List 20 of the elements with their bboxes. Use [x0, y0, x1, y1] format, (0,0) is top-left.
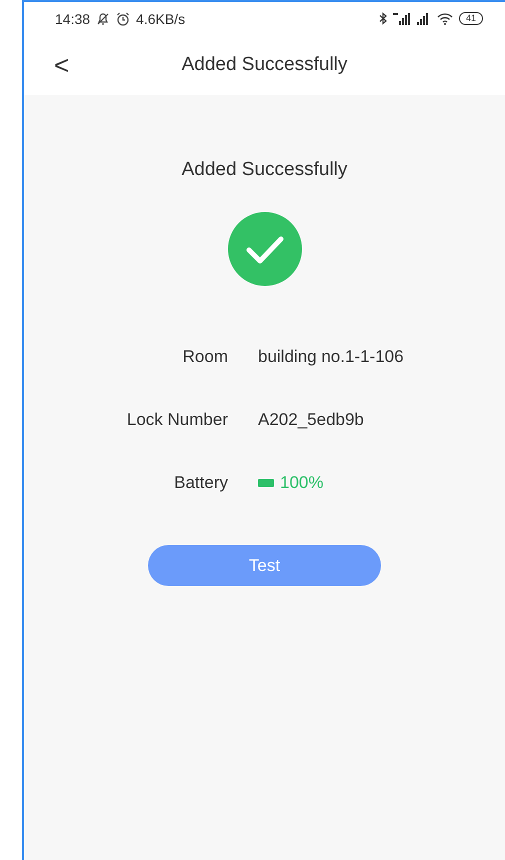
alarm-icon: [116, 12, 130, 26]
wifi-icon: [436, 12, 453, 24]
battery-level-icon: [258, 479, 274, 487]
battery-indicator: 41: [458, 12, 483, 25]
detail-label: Lock Number: [126, 409, 228, 431]
detail-value: A202_5edb9b: [258, 409, 365, 431]
network-speed: 4.6KB/s: [136, 10, 186, 26]
bluetooth-icon: [378, 12, 387, 25]
battery-value: 100%: [280, 472, 324, 494]
signal-icon: [416, 12, 431, 24]
detail-label: Battery: [173, 472, 228, 494]
check-icon: [228, 212, 302, 286]
detail-label: Room: [182, 346, 228, 368]
signal-icon: [392, 12, 411, 24]
success-heading: Added Successfully: [182, 159, 348, 181]
back-button[interactable]: <: [50, 52, 74, 78]
page-title: Added Successfully: [182, 54, 348, 76]
status-time: 14:38: [55, 10, 90, 26]
detail-value: building no.1-1-106: [258, 346, 405, 368]
bell-off-icon: [96, 12, 110, 26]
